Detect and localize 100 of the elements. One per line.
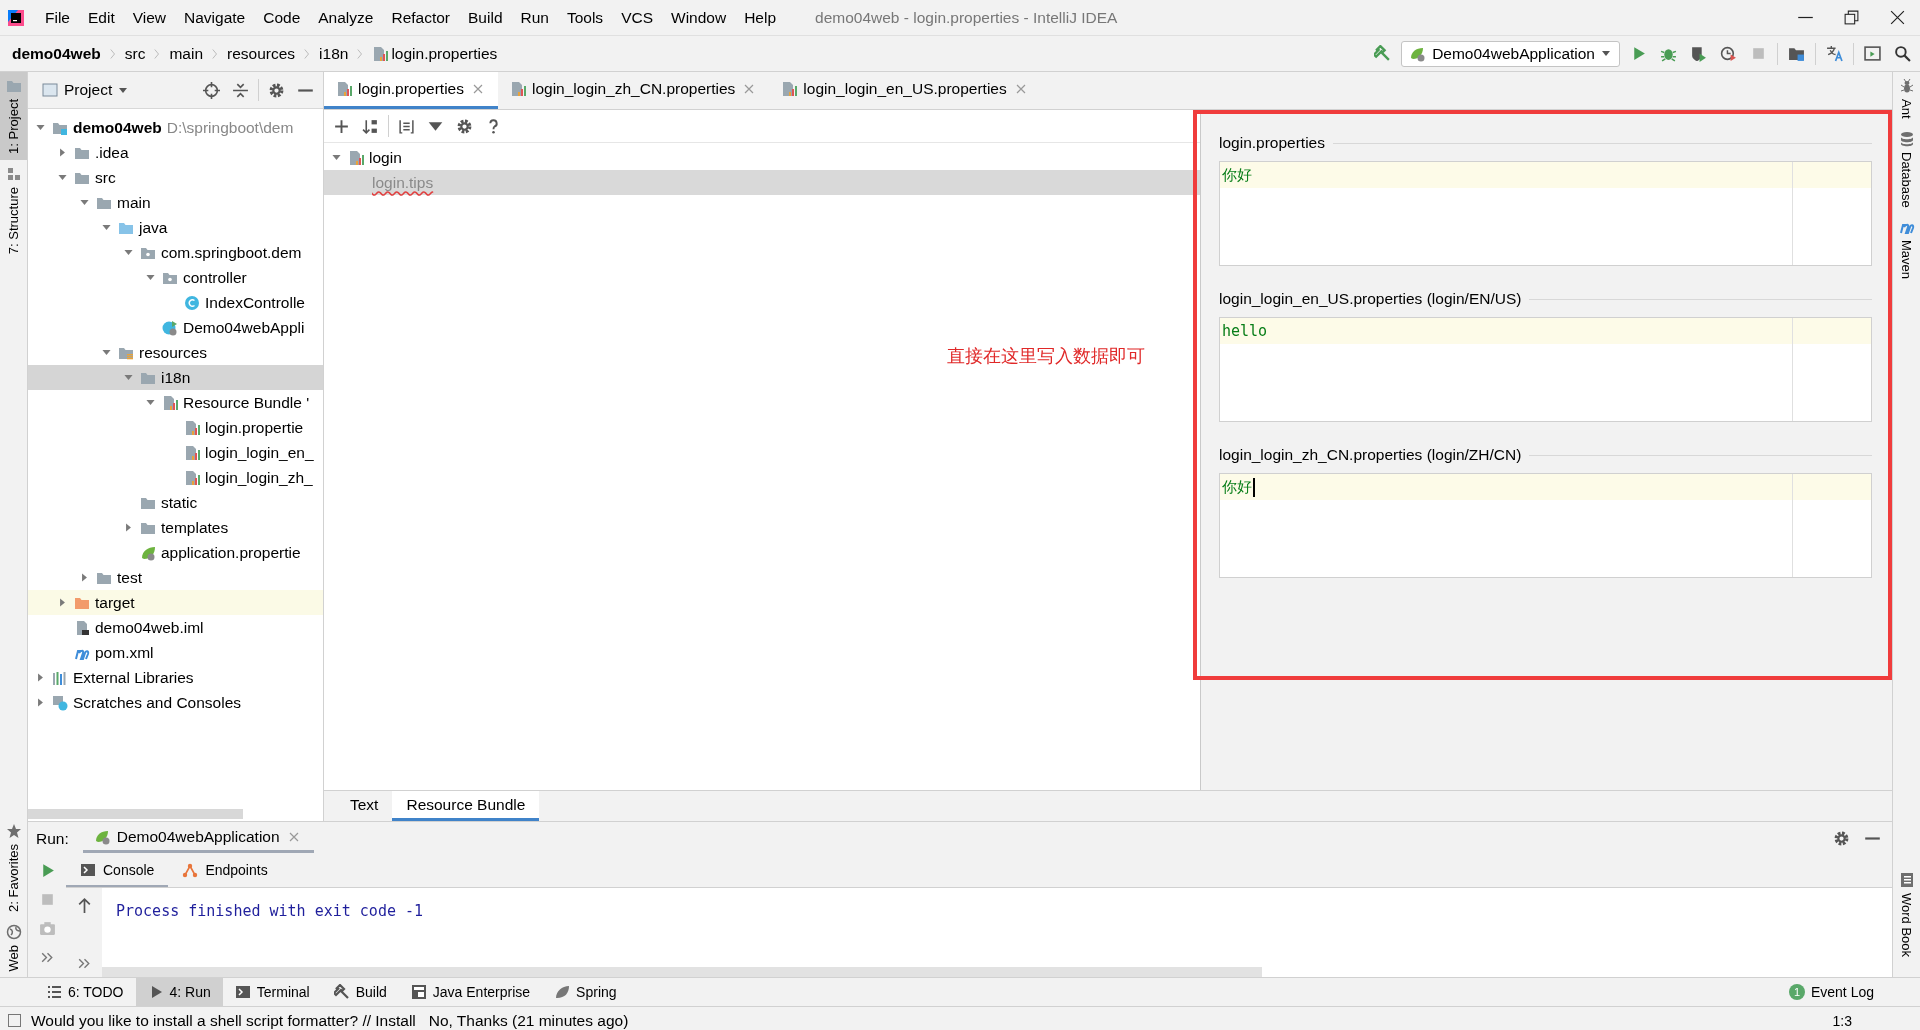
section-title: login.properties: [1219, 134, 1325, 152]
tree-item[interactable]: test: [117, 568, 142, 587]
tree-item[interactable]: java: [139, 218, 168, 237]
menu-item[interactable]: Build: [459, 4, 512, 31]
editor-tab[interactable]: login_login_en_US.properties: [769, 72, 1041, 109]
tree-item[interactable]: templates: [161, 518, 229, 537]
tree-item[interactable]: main: [117, 193, 151, 212]
presentation-button[interactable]: [1864, 45, 1881, 62]
run-subtab[interactable]: Endpoints: [168, 855, 282, 888]
tool-tab[interactable]: Spring: [542, 978, 629, 1006]
tool-window-tab[interactable]: 1: Project: [0, 72, 27, 160]
javaee-icon: [410, 984, 427, 1000]
menu-item[interactable]: Refactor: [382, 4, 460, 31]
breadcrumb[interactable]: src: [124, 44, 146, 63]
run-tab[interactable]: Demo04webApplication: [82, 824, 314, 854]
tree-item[interactable]: IndexControlle: [205, 293, 305, 312]
tree-item[interactable]: com.springboot.dem: [161, 243, 302, 262]
menu-item[interactable]: View: [123, 4, 176, 31]
tree-item[interactable]: login_login_zh_: [205, 468, 313, 487]
profile-button[interactable]: [1720, 45, 1737, 62]
value-editor[interactable]: hello: [1219, 317, 1872, 422]
settings-button[interactable]: [456, 117, 473, 135]
tree-item[interactable]: External Libraries: [73, 668, 194, 687]
tree-item[interactable]: application.propertie: [161, 543, 301, 562]
breadcrumb[interactable]: i18n: [319, 44, 349, 63]
tree-item[interactable]: Demo04webAppli: [183, 318, 305, 337]
tree-item[interactable]: i18n: [161, 368, 191, 387]
breadcrumb[interactable]: login.properties: [391, 44, 498, 63]
event-log-button[interactable]: 1 Event Log: [1788, 978, 1920, 1006]
tool-window-tab[interactable]: Database: [1893, 124, 1920, 214]
menu-item[interactable]: VCS: [612, 4, 662, 31]
view-tab[interactable]: Text: [336, 791, 393, 822]
value-editor[interactable]: 你好: [1219, 161, 1872, 266]
status-toggle[interactable]: [8, 1014, 21, 1027]
tool-tab[interactable]: Terminal: [222, 978, 322, 1006]
tool-window-tab[interactable]: Web: [0, 917, 27, 977]
tool-tab[interactable]: 6: TODO: [34, 978, 136, 1006]
menu-item[interactable]: Window: [662, 4, 736, 31]
search-button[interactable]: [1894, 45, 1911, 62]
tool-window-tab[interactable]: 7: Structure: [0, 159, 27, 261]
menu-item[interactable]: Help: [735, 4, 786, 31]
project-view-dropdown[interactable]: Project: [38, 79, 133, 101]
tree-item[interactable]: pom.xml: [95, 643, 154, 662]
tree-item[interactable]: controller: [183, 268, 247, 287]
collapse-button[interactable]: [232, 81, 249, 99]
value-editor[interactable]: 你好: [1219, 473, 1872, 578]
caret-icon: [118, 86, 129, 94]
coverage-button[interactable]: [1690, 45, 1707, 62]
build-button[interactable]: [1374, 45, 1392, 62]
restore-button[interactable]: [1842, 9, 1860, 26]
breadcrumb[interactable]: main: [169, 44, 203, 63]
editor-tab[interactable]: login_login_zh_CN.properties: [498, 72, 770, 109]
tool-window-tab[interactable]: Word Book: [1893, 865, 1920, 963]
tool-tab[interactable]: Build: [321, 978, 399, 1006]
tree-item[interactable]: resources: [139, 343, 208, 362]
menu-item[interactable]: Code: [254, 4, 310, 31]
scrollbar[interactable]: [102, 967, 1262, 977]
tree-item[interactable]: Resource Bundle ': [183, 393, 310, 412]
tree-item[interactable]: Scratches and Consoles: [73, 693, 241, 712]
settings-button[interactable]: [1833, 830, 1850, 848]
scrollbar[interactable]: [28, 809, 243, 820]
breadcrumb[interactable]: resources: [227, 44, 296, 63]
editor-tab[interactable]: login.properties: [324, 72, 498, 109]
menu-item[interactable]: Run: [511, 4, 558, 31]
tool-window-tab[interactable]: 2: Favorites: [0, 816, 27, 918]
caret-position[interactable]: 1:3: [1832, 1012, 1852, 1029]
tool-window-tab[interactable]: Ant: [1893, 72, 1920, 125]
menu-item[interactable]: Navigate: [175, 4, 255, 31]
translate-button[interactable]: [1826, 45, 1843, 62]
menu-item[interactable]: Tools: [557, 4, 613, 31]
tool-tab[interactable]: Java Enterprise: [398, 978, 543, 1006]
tree-item[interactable]: demo04web.iml: [95, 618, 204, 637]
tree-item[interactable]: static: [161, 493, 198, 512]
breadcrumb[interactable]: demo04web: [12, 44, 101, 63]
run-label: Run:: [36, 829, 69, 848]
settings-button[interactable]: [268, 81, 285, 99]
tool-tab[interactable]: 4: Run: [135, 978, 223, 1006]
tree-item[interactable]: demo04web: [73, 118, 162, 137]
group-button[interactable]: [398, 117, 415, 135]
property-value: hello: [1222, 322, 1268, 340]
libraries-icon: [52, 669, 68, 686]
tree-item[interactable]: login.propertie: [205, 418, 304, 437]
menu-item[interactable]: Analyze: [309, 4, 383, 31]
tree-item[interactable]: login_login_en_: [205, 443, 314, 462]
property-value: 你好: [1222, 477, 1255, 497]
tree-item[interactable]: src: [95, 168, 116, 187]
locate-button[interactable]: [203, 81, 220, 99]
tree-item[interactable]: target: [95, 593, 135, 612]
add-button[interactable]: [333, 117, 350, 135]
menu-item[interactable]: File: [36, 4, 79, 31]
tree-item[interactable]: login: [369, 148, 402, 167]
project-structure-button[interactable]: [1788, 45, 1805, 62]
close-button[interactable]: [1888, 9, 1906, 26]
tree-item[interactable]: .idea: [95, 143, 129, 162]
run-config-dropdown[interactable]: Demo04webApplication: [1401, 40, 1620, 67]
resource-bundle-icon: [348, 149, 364, 166]
menu-item[interactable]: Edit: [79, 4, 124, 31]
sort-button[interactable]: [362, 117, 379, 135]
view-tab[interactable]: Resource Bundle: [392, 791, 540, 822]
tool-window-tab[interactable]: Maven: [1893, 213, 1920, 286]
